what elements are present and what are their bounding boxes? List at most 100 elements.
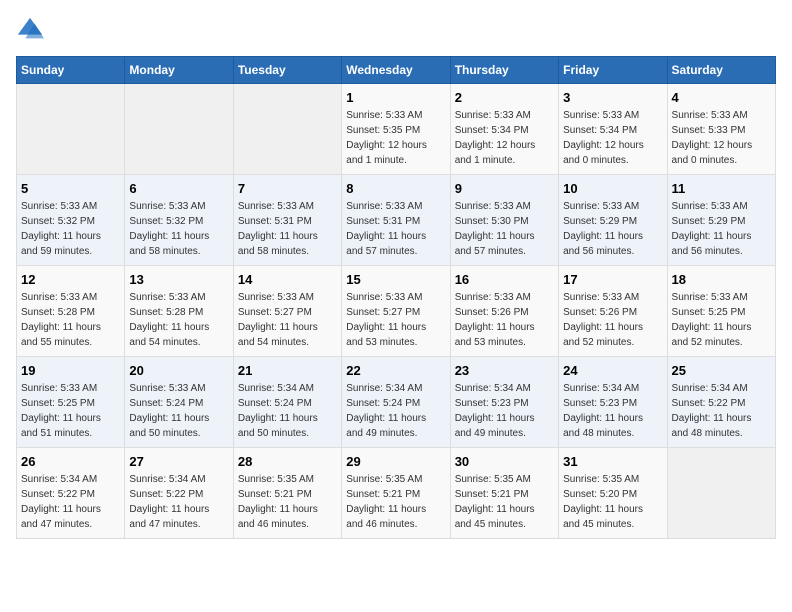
day-number: 18 — [672, 272, 771, 287]
day-number: 25 — [672, 363, 771, 378]
day-info: Sunrise: 5:35 AM Sunset: 5:21 PM Dayligh… — [238, 472, 337, 532]
calendar-cell: 21 Sunrise: 5:34 AM Sunset: 5:24 PM Dayli… — [233, 357, 341, 448]
day-number: 10 — [563, 181, 662, 196]
day-number: 12 — [21, 272, 120, 287]
day-info: Sunrise: 5:33 AM Sunset: 5:29 PM Dayligh… — [672, 199, 771, 259]
logo-icon — [16, 16, 44, 44]
day-info: Sunrise: 5:34 AM Sunset: 5:22 PM Dayligh… — [129, 472, 228, 532]
calendar-cell: 25 Sunrise: 5:34 AM Sunset: 5:22 PM Dayli… — [667, 357, 775, 448]
calendar-cell: 19 Sunrise: 5:33 AM Sunset: 5:25 PM Dayli… — [17, 357, 125, 448]
day-number: 13 — [129, 272, 228, 287]
day-number: 6 — [129, 181, 228, 196]
day-info: Sunrise: 5:33 AM Sunset: 5:35 PM Dayligh… — [346, 108, 445, 168]
calendar-cell: 28 Sunrise: 5:35 AM Sunset: 5:21 PM Dayli… — [233, 448, 341, 539]
day-info: Sunrise: 5:33 AM Sunset: 5:30 PM Dayligh… — [455, 199, 554, 259]
logo — [16, 16, 48, 44]
day-info: Sunrise: 5:33 AM Sunset: 5:25 PM Dayligh… — [672, 290, 771, 350]
day-number: 21 — [238, 363, 337, 378]
header-saturday: Saturday — [667, 57, 775, 84]
header-friday: Friday — [559, 57, 667, 84]
day-number: 22 — [346, 363, 445, 378]
calendar-cell: 8 Sunrise: 5:33 AM Sunset: 5:31 PM Daylig… — [342, 175, 450, 266]
day-number: 3 — [563, 90, 662, 105]
day-info: Sunrise: 5:33 AM Sunset: 5:31 PM Dayligh… — [346, 199, 445, 259]
calendar-cell: 7 Sunrise: 5:33 AM Sunset: 5:31 PM Daylig… — [233, 175, 341, 266]
calendar-cell: 2Sunrise: 5:33 AM Sunset: 5:34 PM Daylig… — [450, 84, 558, 175]
day-number: 15 — [346, 272, 445, 287]
calendar-cell: 14 Sunrise: 5:33 AM Sunset: 5:27 PM Dayli… — [233, 266, 341, 357]
calendar-table: SundayMondayTuesdayWednesdayThursdayFrid… — [16, 56, 776, 539]
calendar-cell: 18 Sunrise: 5:33 AM Sunset: 5:25 PM Dayli… — [667, 266, 775, 357]
calendar-week-3: 12 Sunrise: 5:33 AM Sunset: 5:28 PM Dayli… — [17, 266, 776, 357]
day-info: Sunrise: 5:33 AM Sunset: 5:32 PM Dayligh… — [21, 199, 120, 259]
day-number: 7 — [238, 181, 337, 196]
calendar-cell: 11 Sunrise: 5:33 AM Sunset: 5:29 PM Dayli… — [667, 175, 775, 266]
day-number: 19 — [21, 363, 120, 378]
day-info: Sunrise: 5:33 AM Sunset: 5:24 PM Dayligh… — [129, 381, 228, 441]
day-info: Sunrise: 5:35 AM Sunset: 5:21 PM Dayligh… — [346, 472, 445, 532]
day-info: Sunrise: 5:33 AM Sunset: 5:27 PM Dayligh… — [346, 290, 445, 350]
day-info: Sunrise: 5:33 AM Sunset: 5:31 PM Dayligh… — [238, 199, 337, 259]
calendar-cell — [667, 448, 775, 539]
day-number: 14 — [238, 272, 337, 287]
calendar-header-row: SundayMondayTuesdayWednesdayThursdayFrid… — [17, 57, 776, 84]
day-number: 11 — [672, 181, 771, 196]
calendar-cell — [233, 84, 341, 175]
day-number: 29 — [346, 454, 445, 469]
calendar-week-1: 1 Sunrise: 5:33 AM Sunset: 5:35 PM Daylig… — [17, 84, 776, 175]
day-info: Sunrise: 5:33 AM Sunset: 5:27 PM Dayligh… — [238, 290, 337, 350]
day-info: Sunrise: 5:34 AM Sunset: 5:22 PM Dayligh… — [672, 381, 771, 441]
calendar-cell: 10 Sunrise: 5:33 AM Sunset: 5:29 PM Dayli… — [559, 175, 667, 266]
calendar-cell: 22Sunrise: 5:34 AM Sunset: 5:24 PM Dayli… — [342, 357, 450, 448]
day-number: 9 — [455, 181, 554, 196]
header-monday: Monday — [125, 57, 233, 84]
calendar-cell: 23 Sunrise: 5:34 AM Sunset: 5:23 PM Dayli… — [450, 357, 558, 448]
calendar-cell: 20 Sunrise: 5:33 AM Sunset: 5:24 PM Dayli… — [125, 357, 233, 448]
calendar-cell — [125, 84, 233, 175]
day-number: 20 — [129, 363, 228, 378]
day-number: 26 — [21, 454, 120, 469]
day-info: Sunrise: 5:33 AM Sunset: 5:34 PM Dayligh… — [455, 108, 554, 168]
calendar-cell: 3 Sunrise: 5:33 AM Sunset: 5:34 PM Daylig… — [559, 84, 667, 175]
day-info: Sunrise: 5:34 AM Sunset: 5:24 PM Dayligh… — [238, 381, 337, 441]
calendar-cell: 17 Sunrise: 5:33 AM Sunset: 5:26 PM Dayli… — [559, 266, 667, 357]
header-sunday: Sunday — [17, 57, 125, 84]
header-thursday: Thursday — [450, 57, 558, 84]
calendar-cell: 16 Sunrise: 5:33 AM Sunset: 5:26 PM Dayli… — [450, 266, 558, 357]
day-number: 30 — [455, 454, 554, 469]
day-info: Sunrise: 5:33 AM Sunset: 5:26 PM Dayligh… — [455, 290, 554, 350]
day-number: 1 — [346, 90, 445, 105]
calendar-cell: 1 Sunrise: 5:33 AM Sunset: 5:35 PM Daylig… — [342, 84, 450, 175]
calendar-cell: 30Sunrise: 5:35 AM Sunset: 5:21 PM Dayli… — [450, 448, 558, 539]
header-tuesday: Tuesday — [233, 57, 341, 84]
day-number: 23 — [455, 363, 554, 378]
day-number: 16 — [455, 272, 554, 287]
calendar-cell: 13 Sunrise: 5:33 AM Sunset: 5:28 PM Dayli… — [125, 266, 233, 357]
day-number: 5 — [21, 181, 120, 196]
day-number: 24 — [563, 363, 662, 378]
day-info: Sunrise: 5:34 AM Sunset: 5:23 PM Dayligh… — [455, 381, 554, 441]
calendar-cell — [17, 84, 125, 175]
day-number: 28 — [238, 454, 337, 469]
day-info: Sunrise: 5:33 AM Sunset: 5:29 PM Dayligh… — [563, 199, 662, 259]
calendar-cell: 31Sunrise: 5:35 AM Sunset: 5:20 PM Dayli… — [559, 448, 667, 539]
page-header — [16, 16, 776, 44]
calendar-cell: 5 Sunrise: 5:33 AM Sunset: 5:32 PM Daylig… — [17, 175, 125, 266]
day-info: Sunrise: 5:33 AM Sunset: 5:28 PM Dayligh… — [21, 290, 120, 350]
day-info: Sunrise: 5:33 AM Sunset: 5:28 PM Dayligh… — [129, 290, 228, 350]
calendar-cell: 27 Sunrise: 5:34 AM Sunset: 5:22 PM Dayli… — [125, 448, 233, 539]
day-info: Sunrise: 5:33 AM Sunset: 5:26 PM Dayligh… — [563, 290, 662, 350]
calendar-cell: 12 Sunrise: 5:33 AM Sunset: 5:28 PM Dayli… — [17, 266, 125, 357]
day-number: 27 — [129, 454, 228, 469]
calendar-cell: 9 Sunrise: 5:33 AM Sunset: 5:30 PM Daylig… — [450, 175, 558, 266]
day-info: Sunrise: 5:34 AM Sunset: 5:22 PM Dayligh… — [21, 472, 120, 532]
day-info: Sunrise: 5:33 AM Sunset: 5:34 PM Dayligh… — [563, 108, 662, 168]
day-number: 8 — [346, 181, 445, 196]
header-wednesday: Wednesday — [342, 57, 450, 84]
day-number: 4 — [672, 90, 771, 105]
calendar-cell: 29 Sunrise: 5:35 AM Sunset: 5:21 PM Dayli… — [342, 448, 450, 539]
day-number: 17 — [563, 272, 662, 287]
calendar-week-2: 5 Sunrise: 5:33 AM Sunset: 5:32 PM Daylig… — [17, 175, 776, 266]
day-info: Sunrise: 5:33 AM Sunset: 5:25 PM Dayligh… — [21, 381, 120, 441]
day-info: Sunrise: 5:34 AM Sunset: 5:23 PM Dayligh… — [563, 381, 662, 441]
